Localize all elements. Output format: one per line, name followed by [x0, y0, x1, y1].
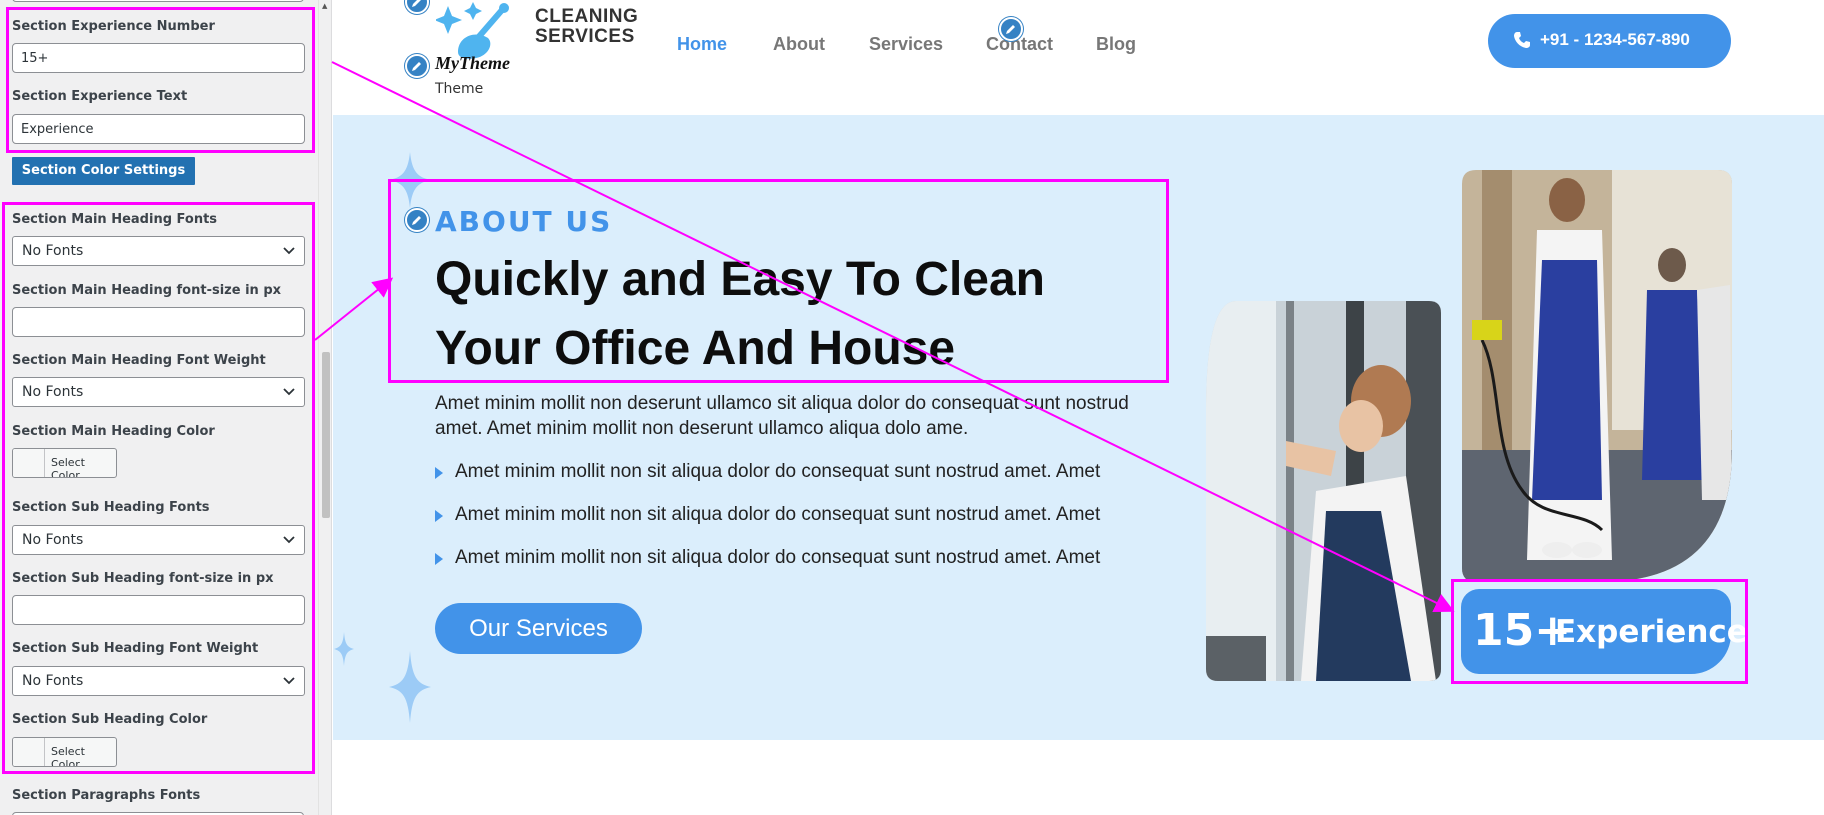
about-paragraph: Amet minim mollit non deserunt ullamco s…: [435, 393, 1129, 439]
main-heading-size-input[interactable]: [12, 307, 305, 337]
main-heading-fonts-value: No Fonts: [22, 243, 84, 259]
sparkle-icon: [389, 651, 431, 723]
sub-heading-color-label: Section Sub Heading Color: [12, 712, 208, 727]
edit-pencil-icon[interactable]: [405, 208, 429, 232]
brand-line-1: CLEANING: [535, 6, 639, 27]
main-heading-weight-select[interactable]: No Fonts: [12, 377, 305, 407]
edit-pencil-icon[interactable]: [999, 17, 1023, 41]
phone-number: +91 - 1234-567-890: [1540, 30, 1690, 49]
sub-heading-fonts-value: No Fonts: [22, 532, 84, 548]
sub-heading-size-input[interactable]: [12, 595, 305, 625]
paragraphs-fonts-label: Section Paragraphs Fonts: [12, 788, 201, 803]
color-swatch: [13, 449, 45, 477]
nav-item-home[interactable]: Home: [677, 34, 727, 55]
main-heading-fonts-label: Section Main Heading Fonts: [12, 212, 218, 227]
sub-heading-color-picker[interactable]: Select Color: [12, 737, 117, 767]
main-heading-color-label: Section Main Heading Color: [12, 424, 215, 439]
sparkle-icon: [388, 152, 432, 208]
caret-right-icon: [435, 510, 443, 522]
main-heading-fonts-select[interactable]: No Fonts: [12, 236, 305, 266]
edit-pencil-icon[interactable]: [405, 54, 429, 78]
customizer-screen: Section Experience Number Section Experi…: [0, 0, 1824, 815]
nav-item-about[interactable]: About: [773, 34, 825, 55]
caret-right-icon: [435, 553, 443, 565]
sub-heading-fonts-label: Section Sub Heading Fonts: [12, 500, 210, 515]
sub-heading-weight-select[interactable]: No Fonts: [12, 666, 305, 696]
chevron-down-icon: [283, 536, 295, 544]
chevron-down-icon: [283, 677, 295, 685]
about-title: Quickly and Easy To Clean Your Office An…: [435, 253, 1045, 375]
select-color-label: Select Color: [51, 456, 85, 478]
experience-badge: 15+ Experience: [1461, 589, 1748, 674]
experience-text-label: Section Experience Text: [12, 89, 188, 104]
sparkle-icon: [334, 632, 354, 666]
select-color-label: Select Color: [51, 745, 85, 767]
section-color-settings-button[interactable]: Section Color Settings: [12, 157, 195, 185]
phone-icon: [1514, 32, 1530, 48]
chevron-down-icon: [283, 388, 295, 396]
main-heading-weight-value: No Fonts: [22, 384, 84, 400]
main-heading-weight-label: Section Main Heading Font Weight: [12, 353, 266, 368]
nav-item-services[interactable]: Services: [869, 34, 943, 55]
panel-scrollbar[interactable]: ▲: [318, 0, 331, 815]
main-heading-size-label: Section Main Heading font-size in px: [12, 283, 282, 298]
sub-heading-size-label: Section Sub Heading font-size in px: [12, 571, 274, 586]
nav-item-blog[interactable]: Blog: [1096, 34, 1136, 55]
our-services-button[interactable]: Our Services: [435, 603, 642, 654]
site-tagline: Theme: [435, 81, 484, 97]
sub-heading-weight-label: Section Sub Heading Font Weight: [12, 641, 259, 656]
about-kicker: ABOUT US: [435, 205, 613, 238]
chevron-down-icon: [283, 247, 295, 255]
sub-heading-fonts-select[interactable]: No Fonts: [12, 525, 305, 555]
experience-number-input[interactable]: [12, 43, 305, 73]
cleaners-office-photo: [1462, 170, 1732, 582]
list-item-text: Amet minim mollit non sit aliqua dolor d…: [455, 547, 1101, 568]
previous-control-stub[interactable]: [12, 0, 304, 2]
experience-text: Experience: [1555, 614, 1748, 650]
scroll-up-arrow-icon[interactable]: ▲: [322, 2, 327, 10]
cleaner-window-photo: [1206, 301, 1441, 681]
experience-text-input[interactable]: [12, 114, 305, 144]
color-swatch: [13, 738, 45, 766]
customizer-panel: Section Experience Number Section Experi…: [0, 0, 332, 815]
brand-line-2: SERVICES: [535, 26, 635, 47]
list-item-text: Amet minim mollit non sit aliqua dolor d…: [455, 461, 1101, 482]
experience-number-label: Section Experience Number: [12, 19, 215, 34]
scrollbar-thumb[interactable]: [322, 352, 330, 518]
sub-heading-weight-value: No Fonts: [22, 673, 84, 689]
site-name[interactable]: MyTheme: [435, 53, 510, 74]
main-heading-color-picker[interactable]: Select Color: [12, 448, 117, 478]
brand-title: CLEANING SERVICES: [535, 7, 638, 47]
phone-button[interactable]: +91 - 1234-567-890: [1488, 14, 1731, 68]
caret-right-icon: [435, 467, 443, 479]
list-item-text: Amet minim mollit non sit aliqua dolor d…: [455, 504, 1101, 525]
